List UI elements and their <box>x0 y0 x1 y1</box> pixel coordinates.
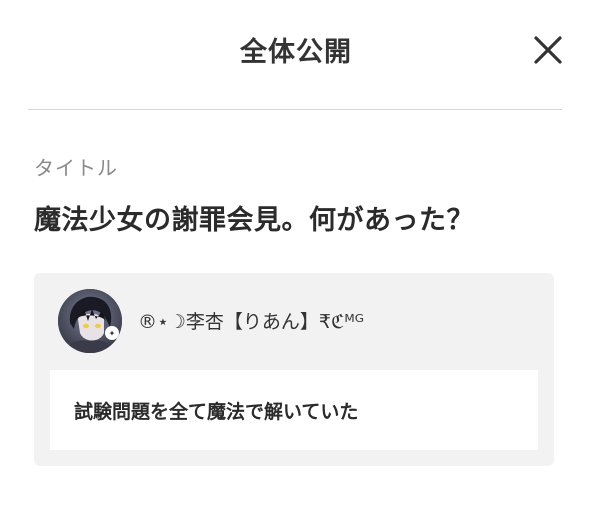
avatar-image: ✦ <box>58 289 122 353</box>
comment-card: ✦ ®⋆☽李杏【りあん】₹ℭᴹᴳ 試験問題を全て魔法で解いていた <box>34 273 554 466</box>
comment-box: 試験問題を全て魔法で解いていた <box>50 370 538 450</box>
close-button[interactable] <box>528 30 568 70</box>
title-label: タイトル <box>34 156 118 180</box>
user-avatar[interactable]: ✦ <box>58 289 122 353</box>
header-divider <box>28 109 562 110</box>
svg-text:✦: ✦ <box>109 329 116 338</box>
user-name[interactable]: ®⋆☽李杏【りあん】₹ℭᴹᴳ <box>138 307 364 334</box>
close-icon <box>534 36 562 64</box>
header: 全体公開 <box>0 0 592 100</box>
page-title: 全体公開 <box>240 37 352 68</box>
title-value: 魔法少女の謝罪会見。何があった？ <box>34 205 474 236</box>
comment-text: 試験問題を全て魔法で解いていた <box>74 401 359 423</box>
